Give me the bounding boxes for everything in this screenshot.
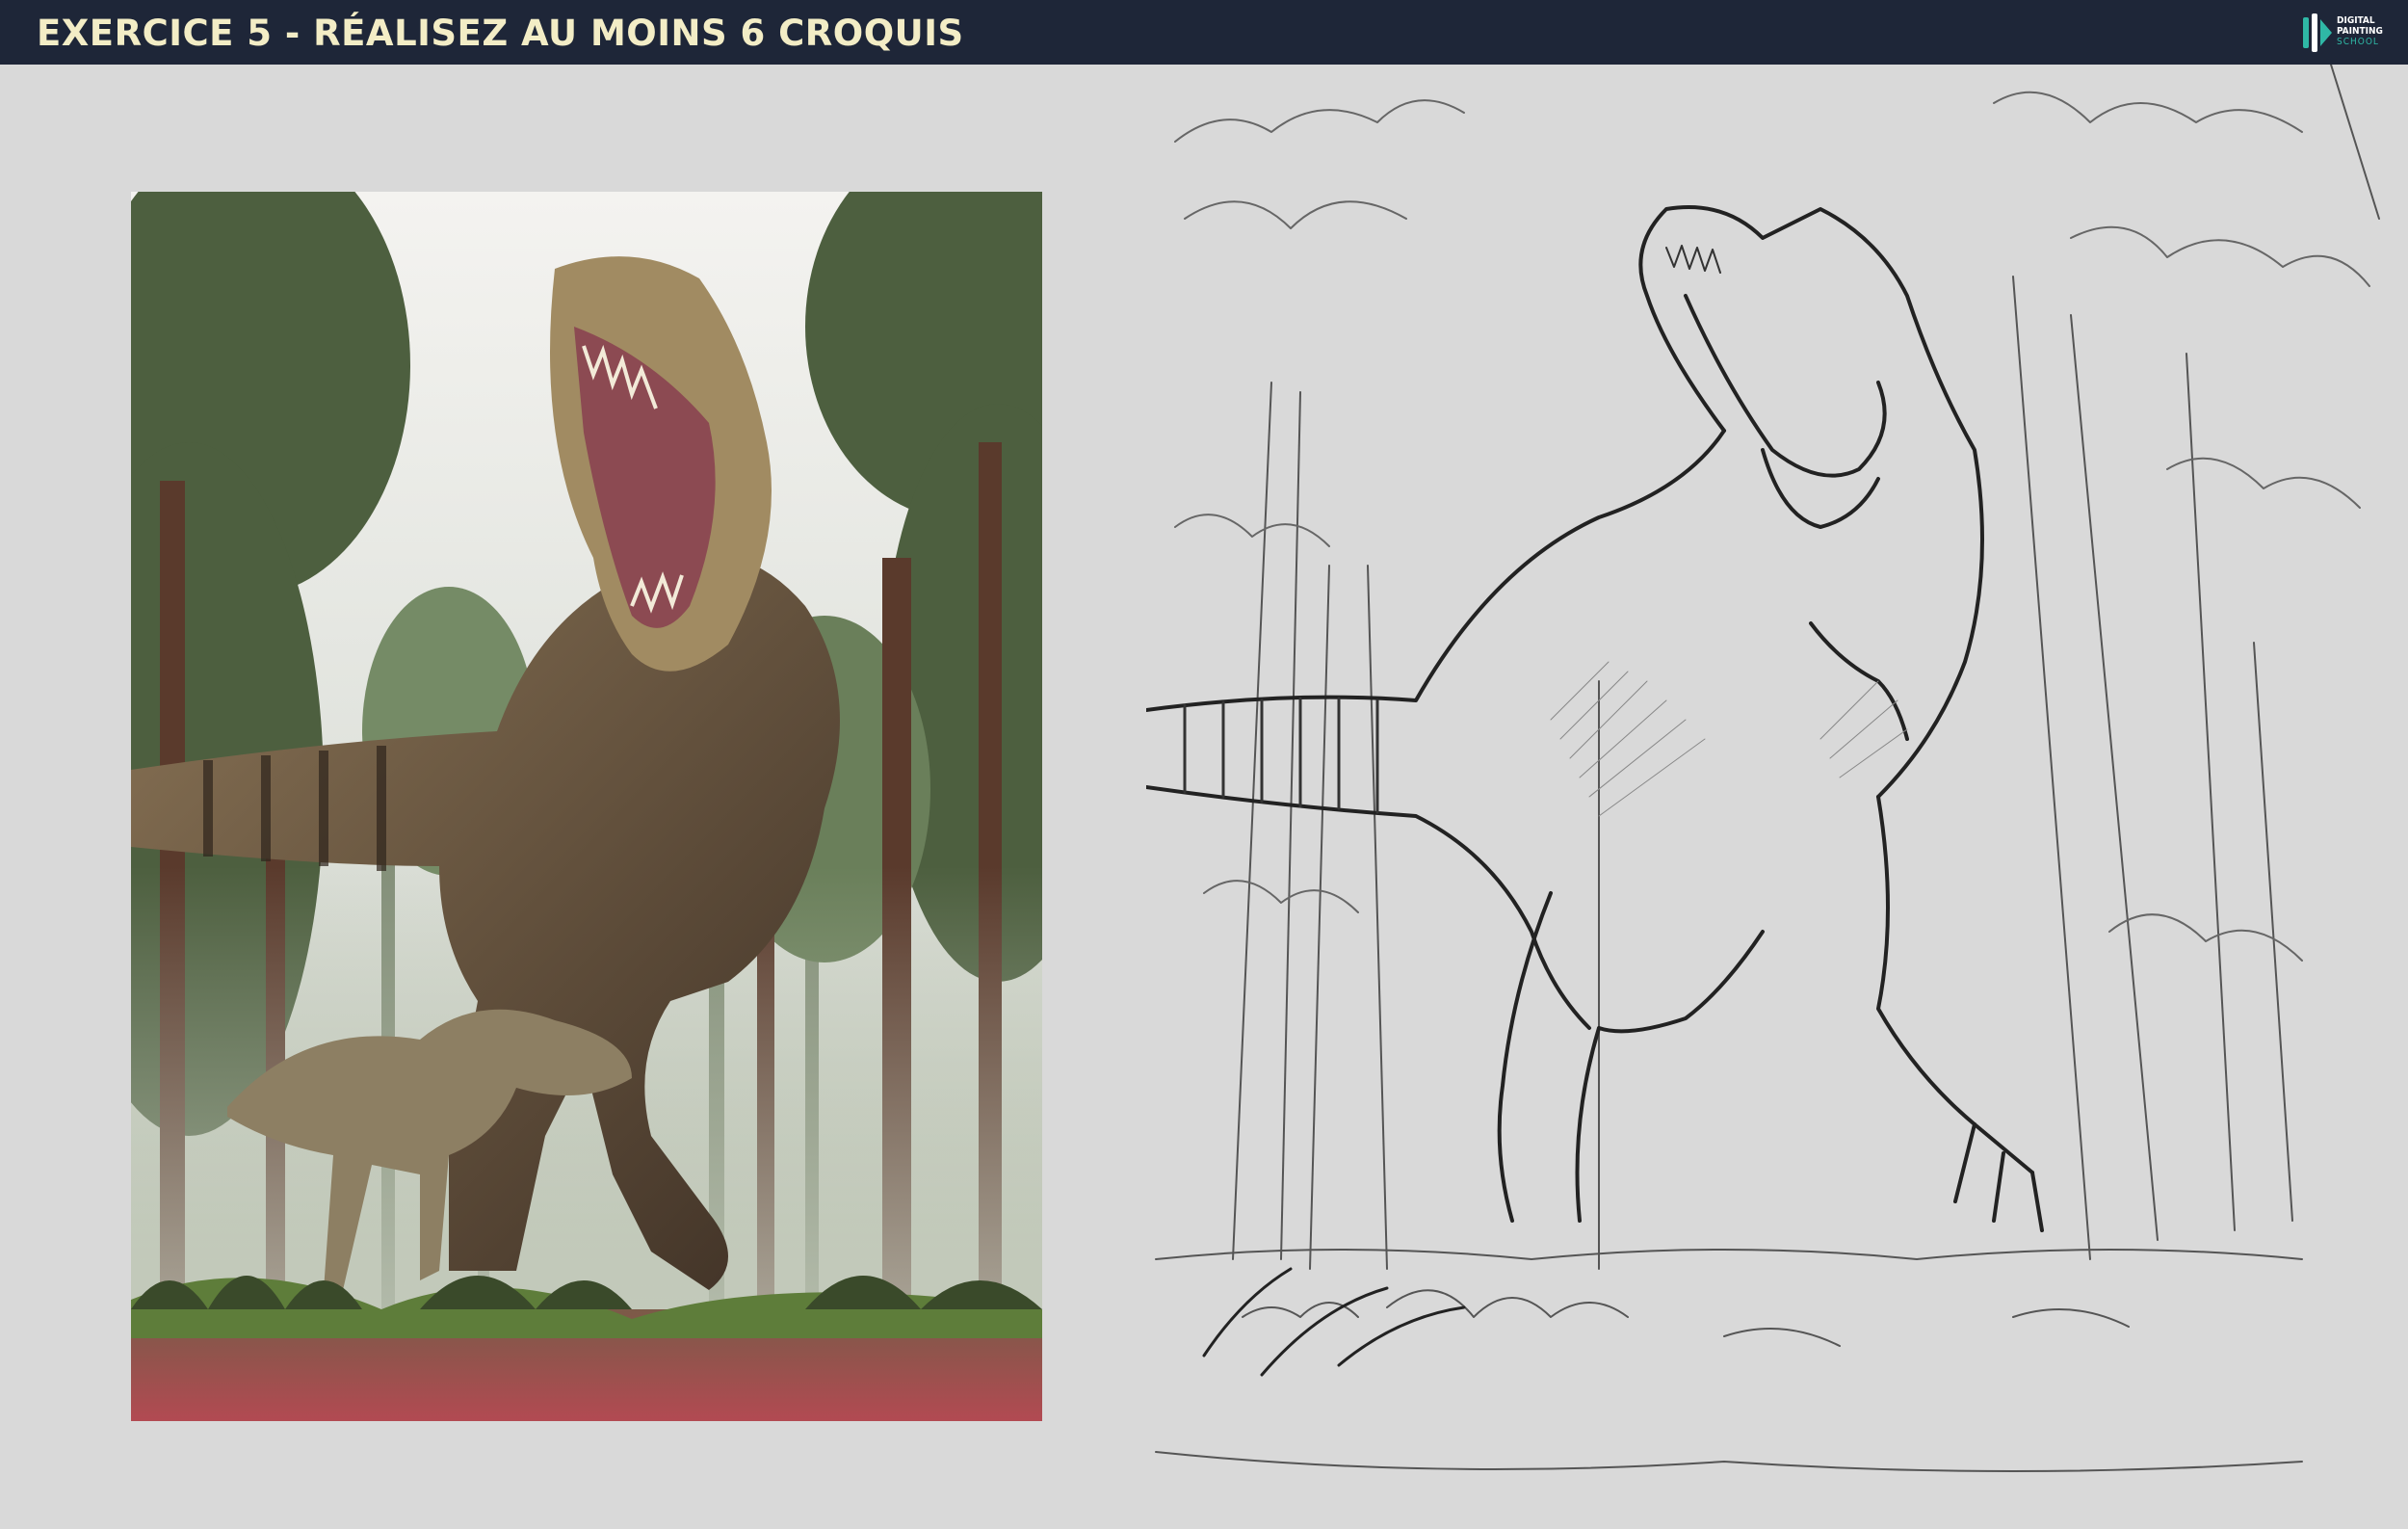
header-bar: EXERCICE 5 - RÉALISEZ AU MOINS 6 CROQUIS… — [0, 0, 2408, 65]
tyrannosaurus-line-sketch — [1146, 65, 2380, 1472]
sketch-drawing — [1146, 65, 2408, 1529]
logo-line-1: DIGITAL — [2337, 15, 2375, 26]
reference-photo — [131, 192, 1042, 1421]
logo-line-3: SCHOOL — [2337, 37, 2379, 47]
digital-painting-school-logo: DIGITAL PAINTING SCHOOL — [2300, 12, 2396, 54]
logo-wordmark: DIGITAL PAINTING SCHOOL — [2337, 15, 2396, 47]
brush-logo-icon — [2303, 13, 2332, 52]
exercise-title: EXERCICE 5 - RÉALISEZ AU MOINS 6 CROQUIS — [37, 13, 964, 54]
tyrannosaurus-photo — [131, 192, 1042, 1421]
logo-line-2: PAINTING — [2337, 26, 2383, 37]
